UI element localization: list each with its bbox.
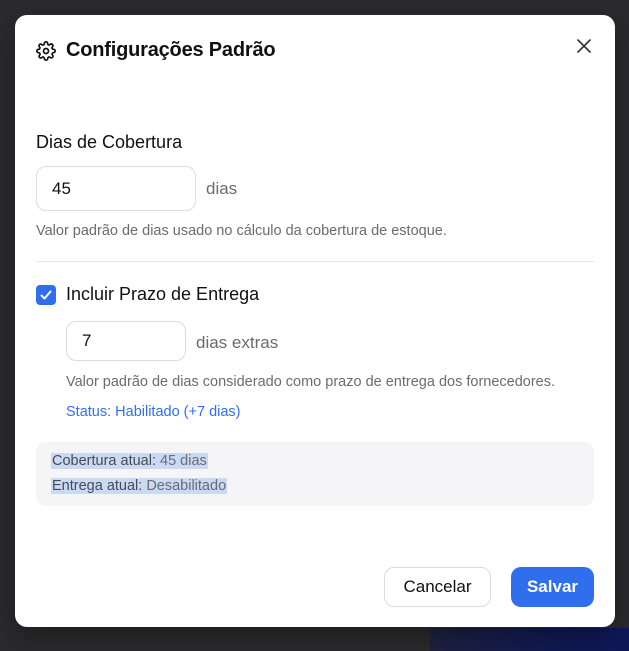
lead-time-help-text: Valor padrão de dias considerado como pr… (66, 374, 556, 390)
summary-lead-line: Entrega atual: Desabilitado (51, 478, 228, 494)
summary-coverage-key: Cobertura atual: (52, 453, 156, 469)
include-lead-time-label[interactable]: Incluir Prazo de Entrega (66, 284, 259, 305)
save-button[interactable]: Salvar (511, 567, 594, 607)
current-summary-panel: Cobertura atual: 45 dias Entrega atual: … (36, 442, 594, 506)
close-icon (577, 39, 591, 53)
gear-icon (36, 41, 56, 61)
summary-lead-value: Desabilitado (146, 478, 227, 494)
dialog-title: Configurações Padrão (66, 39, 276, 61)
lead-time-status: Status: Habilitado (+7 dias) (66, 404, 241, 420)
settings-dialog: Configurações Padrão Dias de Cobertura d… (15, 15, 615, 627)
check-icon (40, 290, 52, 300)
coverage-days-input[interactable] (36, 166, 196, 211)
section-divider (36, 261, 595, 262)
cancel-button[interactable]: Cancelar (384, 567, 491, 607)
coverage-label: Dias de Cobertura (36, 132, 183, 152)
include-lead-time-checkbox[interactable] (36, 285, 56, 305)
summary-coverage-line: Cobertura atual: 45 dias (51, 453, 208, 469)
lead-time-unit: dias extras (196, 333, 279, 352)
coverage-help-text: Valor padrão de dias usado no cálculo da… (36, 223, 447, 239)
coverage-unit: dias (206, 179, 238, 198)
summary-coverage-value: 45 dias (160, 453, 207, 469)
summary-lead-key: Entrega atual: (52, 478, 143, 494)
lead-time-days-input[interactable] (66, 321, 186, 361)
close-button[interactable] (573, 35, 595, 57)
backdrop (430, 628, 629, 651)
